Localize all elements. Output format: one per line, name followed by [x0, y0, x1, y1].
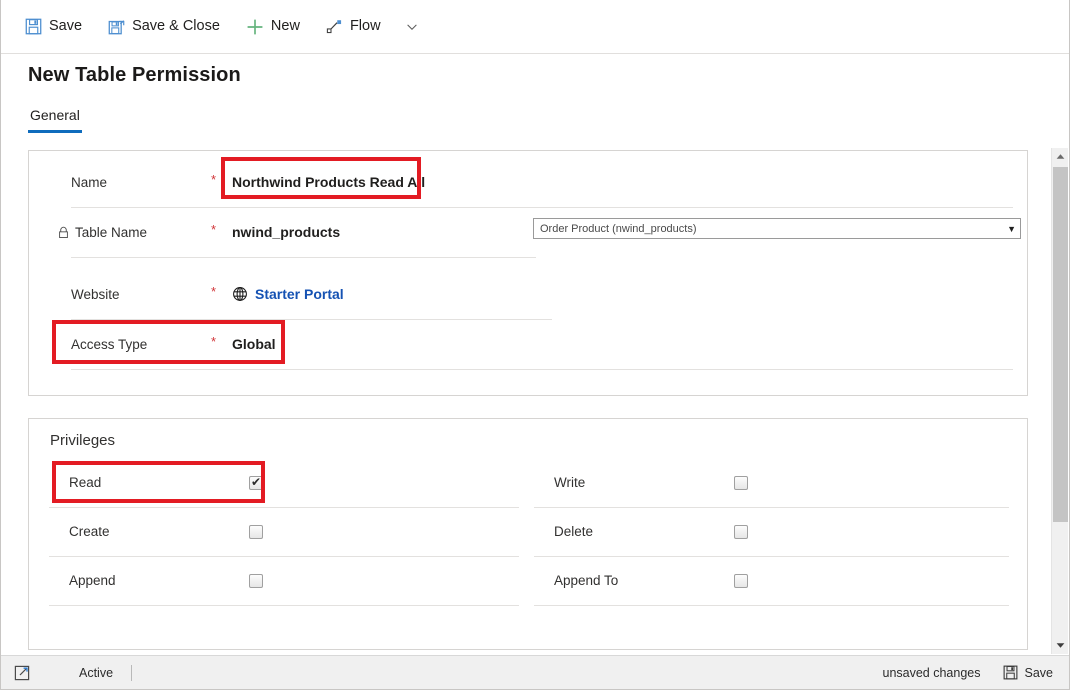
table-select-dropdown[interactable]: Order Product (nwind_products) ▼ — [533, 218, 1021, 239]
privilege-label-append-to: Append To — [554, 573, 619, 588]
flow-icon — [326, 18, 343, 35]
status-divider — [131, 664, 133, 681]
privilege-row-read: Read ✔ — [49, 458, 519, 507]
privilege-row-create: Create — [49, 507, 519, 556]
privilege-label-read: Read — [69, 475, 102, 490]
privilege-checkbox-read[interactable]: ✔ — [249, 475, 263, 490]
field-value-website[interactable]: Starter Portal — [232, 286, 344, 302]
privilege-checkbox-append[interactable] — [249, 573, 263, 588]
privileges-section-panel: Privileges Read ✔ Create Append Write De… — [28, 418, 1028, 650]
plus-icon — [246, 18, 264, 36]
check-icon: ✔ — [250, 475, 262, 489]
status-bar-left: Active — [1, 664, 146, 681]
divider — [49, 605, 519, 606]
lock-icon — [57, 226, 70, 239]
form-scroll-region: Name * Northwind Products Read All Table… — [21, 148, 1051, 653]
status-save-button[interactable]: Save — [1003, 665, 1054, 680]
vertical-scrollbar[interactable] — [1051, 148, 1068, 654]
required-asterisk-website: * — [211, 284, 217, 299]
privilege-checkbox-append-to[interactable] — [734, 573, 748, 588]
privileges-section-title: Privileges — [50, 432, 116, 449]
page-title: New Table Permission — [28, 64, 241, 86]
required-asterisk-access-type: * — [211, 334, 217, 349]
privilege-row-append: Append — [49, 556, 519, 605]
unsaved-changes-label: unsaved changes — [882, 665, 981, 680]
status-bar: Active unsaved changes Save — [1, 655, 1069, 689]
command-bar: Save Save & Close New Flow — [1, 0, 1069, 54]
field-row-access-type: Access Type * Global — [29, 319, 1029, 369]
status-save-label: Save — [1024, 665, 1054, 680]
save-floppy-icon — [25, 18, 42, 35]
field-label-name: Name — [71, 174, 108, 190]
field-label-table-name-text: Table Name — [75, 224, 148, 240]
required-asterisk-table-name: * — [211, 222, 217, 237]
field-value-name[interactable]: Northwind Products Read All — [232, 174, 425, 190]
status-bar-right: unsaved changes Save — [883, 665, 1070, 680]
privilege-label-create: Create — [69, 524, 110, 539]
save-and-close-button-label: Save & Close — [132, 18, 220, 35]
save-floppy-icon — [1003, 665, 1018, 680]
website-link-label[interactable]: Starter Portal — [255, 286, 344, 302]
save-button-label: Save — [49, 18, 83, 35]
field-value-table-name[interactable]: nwind_products — [232, 224, 340, 240]
divider — [71, 369, 1013, 370]
tab-general[interactable]: General — [28, 107, 82, 133]
divider — [534, 605, 1009, 606]
privilege-checkbox-write[interactable] — [734, 475, 748, 490]
globe-icon — [232, 286, 248, 302]
field-row-name: Name * Northwind Products Read All — [29, 157, 1029, 207]
scrollbar-thumb[interactable] — [1053, 167, 1068, 522]
field-label-table-name: Table Name — [57, 225, 147, 240]
privilege-row-write: Write — [534, 458, 1009, 507]
chevron-down-icon[interactable] — [399, 11, 425, 43]
privilege-checkbox-create[interactable] — [249, 524, 263, 539]
privilege-checkbox-delete[interactable] — [734, 524, 748, 539]
required-asterisk-name: * — [211, 172, 217, 187]
field-value-access-type[interactable]: Global — [232, 336, 276, 352]
save-and-close-button[interactable]: Save & Close — [100, 9, 228, 45]
new-button[interactable]: New — [238, 9, 308, 45]
save-button[interactable]: Save — [17, 9, 90, 45]
privilege-label-delete: Delete — [554, 524, 594, 539]
privilege-row-append-to: Append To — [534, 556, 1009, 605]
field-label-website: Website — [71, 286, 120, 302]
field-label-access-type: Access Type — [71, 336, 148, 352]
new-button-label: New — [270, 18, 300, 35]
open-in-new-window-icon[interactable] — [14, 665, 30, 681]
field-row-website: Website * Starter Portal — [29, 269, 1029, 319]
flow-button-label: Flow — [349, 18, 381, 35]
tab-strip: General — [28, 107, 82, 133]
scroll-up-arrow-icon[interactable] — [1052, 148, 1069, 165]
save-and-close-icon — [108, 18, 125, 35]
flow-button[interactable]: Flow — [318, 9, 389, 45]
privilege-row-delete: Delete — [534, 507, 1009, 556]
dropdown-arrow-icon: ▼ — [1007, 223, 1016, 234]
table-permission-form-window: Save Save & Close New Flow New Table Per… — [0, 0, 1070, 690]
scroll-down-arrow-icon[interactable] — [1052, 637, 1069, 654]
table-select-value: Order Product (nwind_products) — [540, 222, 697, 235]
divider — [71, 257, 536, 258]
general-section-panel: Name * Northwind Products Read All Table… — [28, 150, 1028, 396]
privilege-label-write: Write — [554, 475, 586, 490]
privilege-label-append: Append — [69, 573, 116, 588]
record-state-label: Active — [79, 665, 114, 680]
